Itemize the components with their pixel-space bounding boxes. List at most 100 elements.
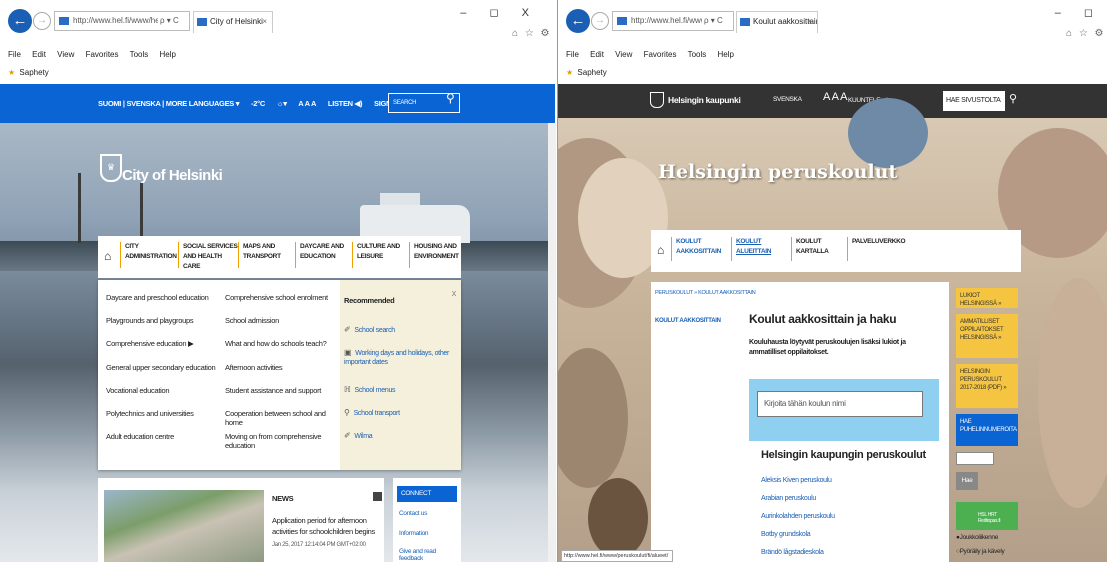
window-controls[interactable]: – ◻ xyxy=(1055,6,1103,19)
nav-culture-leisure[interactable]: CULTURE AND LEISURE xyxy=(352,242,402,268)
connect-link[interactable]: Contact us xyxy=(399,510,427,517)
menu-tools[interactable]: Tools xyxy=(130,50,149,59)
language-selector[interactable]: SUOMI | SVENSKA | MORE LANGUAGES ▾ xyxy=(98,99,240,108)
hsl-reittiopas-widget[interactable]: HSL HRT Reittiopas.fi xyxy=(956,502,1018,530)
dropdown-link[interactable]: School admission xyxy=(225,303,340,326)
dropdown-link[interactable]: What and how do schools teach? xyxy=(225,326,340,349)
menu-help[interactable]: Help xyxy=(718,50,734,59)
menu-view[interactable]: View xyxy=(615,50,632,59)
school-link[interactable]: Aleksis Kiven peruskoulu xyxy=(761,477,832,484)
menu-file[interactable]: File xyxy=(566,50,579,59)
phone-search-input[interactable] xyxy=(956,452,994,465)
menu-edit[interactable]: Edit xyxy=(590,50,604,59)
menu-favorites[interactable]: Favorites xyxy=(86,50,119,59)
radio-pyoraily[interactable]: ○Pyöräily ja kävely xyxy=(956,548,1005,555)
dropdown-link[interactable]: Afternoon activities xyxy=(225,350,340,373)
nav-palveluverkko[interactable]: PALVELUVERKKO xyxy=(847,237,917,261)
recommended-wilma[interactable]: ✐ Wilma xyxy=(344,431,454,441)
menu-edit[interactable]: Edit xyxy=(32,50,46,59)
rss-icon[interactable] xyxy=(373,492,382,501)
site-name[interactable]: City of Helsinki xyxy=(122,167,223,184)
breadcrumb[interactable]: PERUSKOULUT » KOULUT AAKKOSITTAIN xyxy=(655,290,756,296)
helsinki-crest-icon[interactable]: ♛ xyxy=(100,154,122,182)
forward-button[interactable]: → xyxy=(33,12,51,30)
recommended-school-transport[interactable]: ⚲ School transport xyxy=(344,408,454,418)
nav-city-administration[interactable]: CITY ADMINISTRATION xyxy=(120,242,177,268)
recommended-school-search[interactable]: ✐ School search xyxy=(344,325,454,335)
search-refresh-icon[interactable]: ρ ▾ C xyxy=(704,16,723,25)
tab-close-icon[interactable]: × xyxy=(807,12,812,32)
link-ammatilliset[interactable]: AMMATILLISET OPPILAITOKSET HELSINGISSÄ » xyxy=(956,314,1018,358)
menu-help[interactable]: Help xyxy=(160,50,176,59)
helsinki-crest-icon[interactable] xyxy=(650,92,664,108)
hae-button[interactable]: Hae xyxy=(956,472,978,490)
tab-favicon-icon xyxy=(740,18,750,26)
menu-file[interactable]: File xyxy=(8,50,21,59)
forward-button[interactable]: → xyxy=(591,12,609,30)
nav-housing-environment[interactable]: HOUSING AND ENVIRONMENT xyxy=(409,242,461,268)
link-peruskoulut-pdf[interactable]: HELSINGIN PERUSKOULUT 2017-2018 (PDF) » xyxy=(956,364,1018,408)
site-title[interactable]: Helsingin kaupunki xyxy=(668,95,741,105)
radio-joukkoliikenne[interactable]: ●Joukkoliikenne xyxy=(956,534,998,541)
dropdown-link[interactable]: Playgrounds and playgroups xyxy=(106,303,224,326)
school-link[interactable]: Brändö lågstadieskola xyxy=(761,549,824,556)
home-favorites-settings-icon[interactable]: ⌂ ☆ ⚙ xyxy=(1066,28,1106,39)
tab-close-icon[interactable]: × xyxy=(262,12,267,32)
nav-koulut-alueittain[interactable]: KOULUT ALUEITTAIN xyxy=(731,237,779,261)
magnifier-icon[interactable]: ⚲ xyxy=(446,91,455,105)
dropdown-link[interactable]: Comprehensive school enrolment xyxy=(225,280,340,303)
tab-city-of-helsinki[interactable]: City of Helsinki × xyxy=(193,11,273,33)
school-link[interactable]: Arabian peruskoulu xyxy=(761,495,816,502)
link-lukiot[interactable]: LUKIOT HELSINGISSÄ » xyxy=(956,288,1018,308)
search-refresh-icon[interactable]: ρ ▾ C xyxy=(160,16,179,25)
vertical-scrollbar[interactable] xyxy=(548,123,556,562)
menu-tools[interactable]: Tools xyxy=(688,50,707,59)
weather-icon[interactable]: ☼▾ xyxy=(277,99,287,108)
tab-koulut-aakkosittain[interactable]: Koulut aakkosittain ja haku ... × xyxy=(736,11,818,33)
news-title-link[interactable]: Application period for afternoon activit… xyxy=(272,516,380,538)
dropdown-link[interactable]: Student assistance and support xyxy=(225,373,340,396)
school-search-input[interactable]: Kirjoita tähän koulun nimi xyxy=(757,391,923,417)
link-phone-numbers[interactable]: HAE PUHELINNUMEROITA xyxy=(956,414,1018,446)
back-button[interactable]: ← xyxy=(566,9,590,33)
nav-maps-transport[interactable]: MAPS AND TRANSPORT xyxy=(238,242,288,268)
window-controls[interactable]: – ◻ X xyxy=(460,6,539,19)
nav-daycare-education[interactable]: DAYCARE AND EDUCATION xyxy=(295,242,345,268)
dropdown-link[interactable]: Adult education centre xyxy=(106,419,224,442)
magnifier-icon[interactable]: ⚲ xyxy=(1009,92,1017,105)
school-link[interactable]: Botby grundskola xyxy=(761,531,811,538)
listen-button[interactable]: LISTEN ◀) xyxy=(328,99,363,108)
text-size-control[interactable]: A A A xyxy=(823,91,848,103)
favorite-saphety[interactable]: Saphety xyxy=(19,68,48,77)
home-icon[interactable]: ⌂ xyxy=(104,249,111,263)
language-svenska[interactable]: SVENSKA xyxy=(773,96,802,103)
school-link[interactable]: Aurinkolahden peruskoulu xyxy=(761,513,835,520)
dropdown-link[interactable]: Polytechnics and universities xyxy=(106,396,224,419)
dropdown-link[interactable]: Cooperation between school and home xyxy=(225,396,340,427)
recommended-working-days[interactable]: ▣ Working days and holidays, other import… xyxy=(344,348,454,367)
side-nav-link[interactable]: KOULUT AAKKOSITTAIN xyxy=(655,318,721,324)
favorite-saphety[interactable]: Saphety xyxy=(577,68,606,77)
scroll-down-icon[interactable]: v xyxy=(557,546,558,555)
menu-view[interactable]: View xyxy=(57,50,74,59)
recommended-school-menus[interactable]: ℍ School menus xyxy=(344,385,454,395)
home-icon[interactable]: ⌂ xyxy=(657,243,664,257)
back-button[interactable]: ← xyxy=(8,9,32,33)
dropdown-link[interactable]: Vocational education xyxy=(106,373,224,396)
dropdown-link[interactable]: Daycare and preschool education xyxy=(106,280,224,303)
home-favorites-settings-icon[interactable]: ⌂ ☆ ⚙ xyxy=(512,28,552,39)
news-aerial-image[interactable] xyxy=(104,490,264,562)
nav-social-services[interactable]: SOCIAL SERVICES AND HEALTH CARE xyxy=(178,242,238,270)
address-controls[interactable]: ρ ▾ C xyxy=(702,11,734,31)
nav-koulut-kartalla[interactable]: KOULUT KARTALLA xyxy=(791,237,839,261)
text-size-control[interactable]: A A A xyxy=(298,99,316,108)
address-controls[interactable]: ρ ▾ C xyxy=(158,11,190,31)
dropdown-link[interactable]: General upper secondary education xyxy=(106,350,224,373)
connect-link[interactable]: Information xyxy=(399,530,429,537)
connect-link[interactable]: Give and read feedback xyxy=(399,548,461,562)
close-icon[interactable]: x xyxy=(452,288,457,298)
search-input[interactable]: HAE SIVUSTOLTA xyxy=(943,91,1005,111)
menu-favorites[interactable]: Favorites xyxy=(644,50,677,59)
dropdown-link[interactable]: Comprehensive education ▶ xyxy=(106,326,224,349)
nav-koulut-aakkosittain[interactable]: KOULUT AAKKOSITTAIN xyxy=(671,237,721,261)
